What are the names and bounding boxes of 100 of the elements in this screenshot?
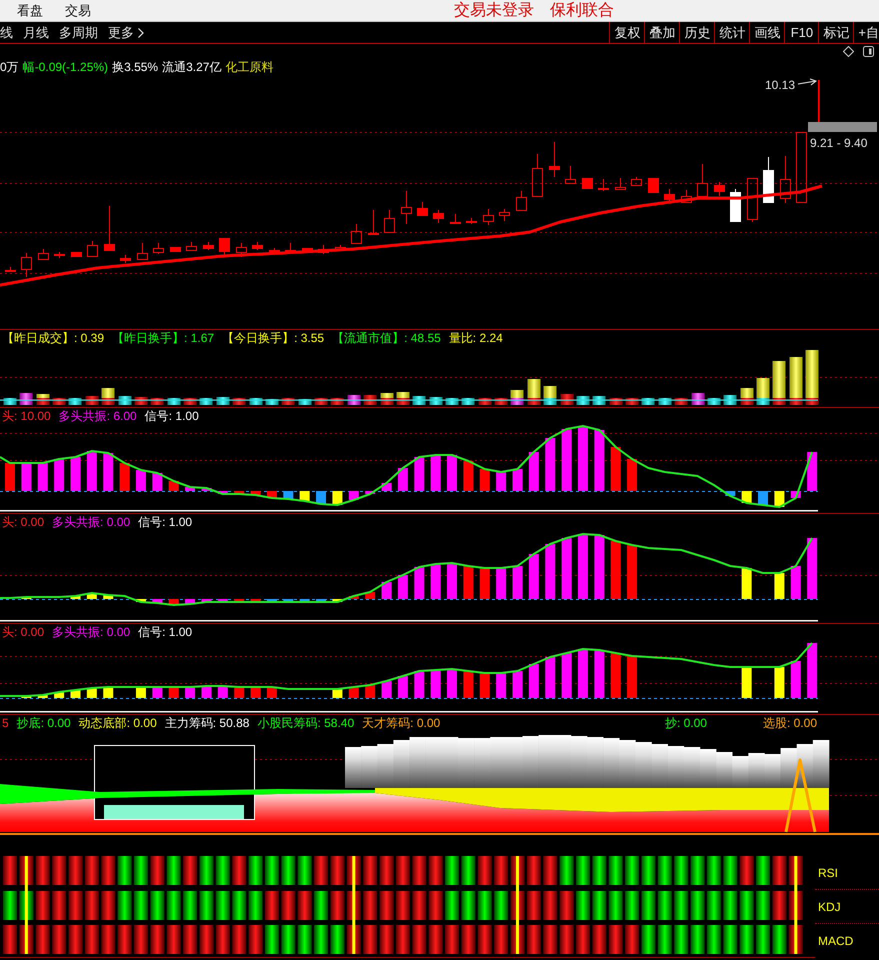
signal-bar [430, 455, 441, 491]
signal-bar [168, 687, 179, 698]
signal-bar [332, 491, 342, 505]
volume-bar [806, 350, 818, 405]
signal-bar [365, 685, 376, 698]
chip-column [780, 748, 798, 788]
signal-bar [512, 671, 522, 698]
chip-column [538, 735, 556, 788]
period-tab[interactable]: 线 [0, 24, 13, 42]
signal-bar [152, 687, 162, 698]
volume-bar [380, 393, 394, 405]
signal-bar [774, 667, 784, 698]
candlestick [137, 242, 148, 260]
signal-bar [447, 563, 457, 599]
signal-bar [480, 673, 490, 698]
signal-bar [528, 452, 539, 491]
signal-bar [562, 538, 572, 599]
signal-bar [430, 564, 441, 599]
signal-bar [627, 459, 638, 491]
signal-bar [447, 455, 457, 491]
signal-bar [70, 457, 80, 491]
more-button[interactable]: 更多 [108, 24, 144, 42]
signal-bar [218, 686, 228, 698]
toolbar-button[interactable]: 统计 [714, 22, 750, 43]
toolbar-button[interactable]: 叠加 [644, 22, 680, 43]
indicator-label: 多头共振: 0.00 [52, 515, 130, 529]
candlestick [818, 80, 820, 122]
candlestick [120, 254, 131, 264]
signal-bar [234, 491, 244, 494]
volume-bar [36, 394, 50, 405]
toolbar-button[interactable]: 历史 [679, 22, 714, 43]
chevron-right-icon [138, 28, 144, 38]
signal-bar [103, 595, 114, 599]
chip-column [603, 738, 620, 788]
signal-bar [627, 545, 638, 599]
candlestick [186, 242, 197, 251]
chip-column [668, 746, 684, 788]
candlestick [5, 266, 16, 272]
signal-bar [742, 568, 752, 599]
signal-bar [38, 463, 48, 491]
toolbar-button[interactable]: F10 [784, 22, 818, 43]
indicator-label: 【昨日成交】: 0.39 [2, 331, 104, 345]
period-tab[interactable]: 多周期 [59, 24, 98, 42]
signal-bar [398, 676, 408, 698]
toolbar-button[interactable]: 复权 [609, 22, 644, 43]
signal-bar [218, 491, 228, 494]
signal-bar [790, 566, 801, 599]
panel-toggle-icon[interactable] [863, 46, 874, 56]
period-tab[interactable]: 月线 [23, 24, 49, 42]
candlestick [170, 247, 181, 252]
signal-bar [610, 447, 621, 491]
signal-bar [348, 596, 359, 599]
volume-bar [772, 361, 786, 405]
volume-bar [790, 357, 802, 405]
indicator-label: 量比: 2.24 [448, 331, 503, 345]
signal-bar [365, 491, 376, 494]
toolbar-button[interactable]: 标记 [818, 22, 854, 43]
signal-bar [774, 573, 784, 599]
signal-bar [528, 554, 539, 599]
candlestick [730, 188, 741, 222]
toolbar-button[interactable]: +自 [853, 22, 879, 43]
toolbar-button[interactable]: 画线 [749, 22, 784, 43]
signal-bar [496, 673, 506, 698]
signal-bar [774, 491, 784, 507]
menu-item[interactable]: 看盘 [17, 2, 43, 20]
signal-bar [594, 430, 604, 491]
signal-bar [545, 438, 556, 491]
signal-bar [610, 653, 621, 698]
indicator-label: 【昨日换手】: 1.67 [112, 331, 214, 345]
high-price-label: 10.13 [765, 78, 796, 92]
strip-label: MACD [817, 933, 854, 950]
stock-name: 保利联合 [550, 0, 614, 20]
volume-bar [20, 393, 32, 405]
signal-bar [21, 463, 32, 491]
signal-bar [414, 457, 424, 491]
volume-bar [396, 392, 410, 405]
candlestick [417, 202, 428, 216]
candlestick [38, 248, 49, 260]
quote-text: 0万 [0, 60, 19, 74]
candlestick [433, 210, 444, 224]
signal-bar [562, 653, 572, 698]
candlestick [681, 190, 692, 203]
indicator-label: 选股: 0.00 [762, 716, 817, 730]
login-status: 交易未登录 [454, 0, 534, 20]
diamond-icon[interactable] [843, 46, 854, 56]
signal-bar [512, 566, 522, 599]
signal-bar [382, 582, 392, 599]
candlestick [153, 242, 164, 254]
signal-bar [463, 671, 474, 698]
menu-item[interactable]: 交易 [65, 2, 91, 20]
chip-column [393, 740, 410, 788]
chip-column [619, 740, 636, 788]
leader-arrow [798, 78, 818, 86]
indicator-label: 信号: 1.00 [144, 409, 199, 423]
chip-column [732, 756, 749, 788]
signal-bar [742, 667, 752, 698]
signal-bar [250, 687, 261, 698]
volume-bar [724, 395, 736, 405]
signal-bar [103, 687, 114, 698]
signal-bar [38, 695, 48, 698]
